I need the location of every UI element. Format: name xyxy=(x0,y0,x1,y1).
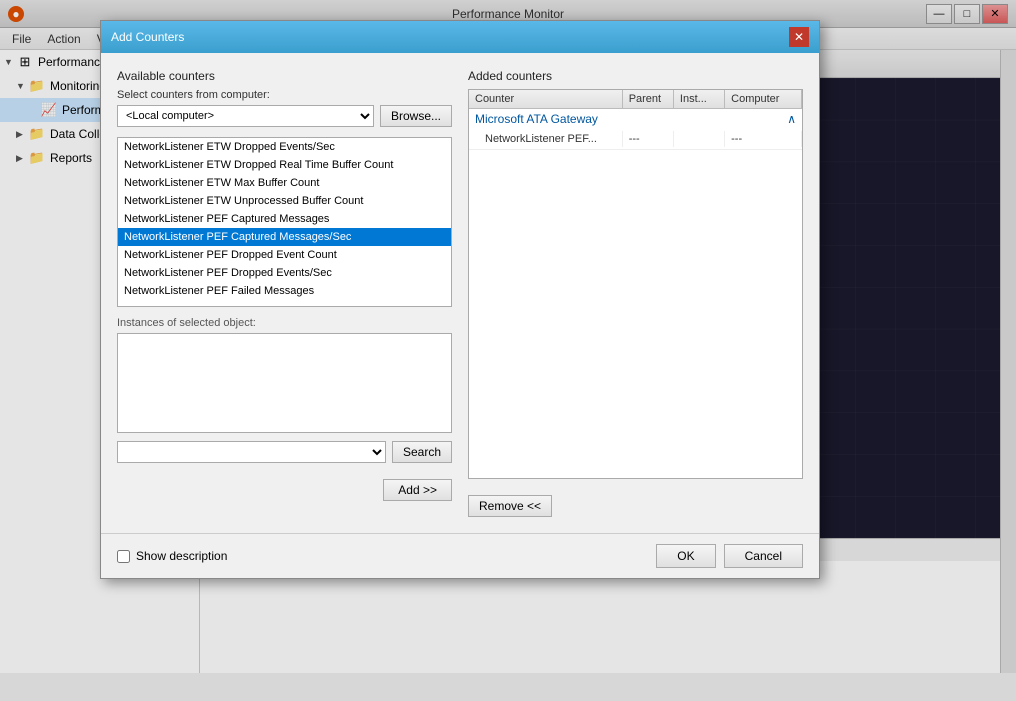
add-counters-dialog: Add Counters ✕ Available counters Select… xyxy=(100,20,820,579)
footer-buttons: OK Cancel xyxy=(656,544,803,568)
ok-button[interactable]: OK xyxy=(656,544,715,568)
dialog-overlay: Add Counters ✕ Available counters Select… xyxy=(0,0,1016,701)
counter-item-8[interactable]: NetworkListener PEF Failed Messages xyxy=(118,282,451,300)
counter-item-5[interactable]: NetworkListener PEF Captured Messages/Se… xyxy=(118,228,451,246)
search-button[interactable]: Search xyxy=(392,441,452,463)
cancel-button[interactable]: Cancel xyxy=(724,544,803,568)
show-description-checkbox[interactable] xyxy=(117,550,130,563)
remove-button[interactable]: Remove << xyxy=(468,495,552,517)
instances-box xyxy=(117,333,452,433)
header-computer: Computer xyxy=(725,90,802,108)
instances-label: Instances of selected object: xyxy=(117,317,452,329)
instances-row: Search xyxy=(117,441,452,463)
added-counters-box: Counter Parent Inst... Computer Microsof… xyxy=(468,89,803,479)
dialog-body: Available counters Select counters from … xyxy=(101,53,819,533)
counter-item-0[interactable]: NetworkListener ETW Dropped Events/Sec xyxy=(118,138,451,156)
counter-item-3[interactable]: NetworkListener ETW Unprocessed Buffer C… xyxy=(118,192,451,210)
counter-item-1[interactable]: NetworkListener ETW Dropped Real Time Bu… xyxy=(118,156,451,174)
dialog-right-panel: Added counters Counter Parent Inst... Co… xyxy=(468,69,803,517)
dialog-left-panel: Available counters Select counters from … xyxy=(117,69,452,517)
counter-item-7[interactable]: NetworkListener PEF Dropped Events/Sec xyxy=(118,264,451,282)
added-counters-label: Added counters xyxy=(468,69,803,83)
computer-row: <Local computer> Browse... xyxy=(117,105,452,127)
added-group-0: Microsoft ATA Gateway ∧ NetworkListener … xyxy=(469,109,802,150)
available-counters-label: Available counters xyxy=(117,69,452,83)
counter-item-2[interactable]: NetworkListener ETW Max Buffer Count xyxy=(118,174,451,192)
select-computer-label: Select counters from computer: xyxy=(117,89,452,101)
counter-item-4[interactable]: NetworkListener PEF Captured Messages xyxy=(118,210,451,228)
group-chevron-0: ∧ xyxy=(787,112,796,126)
cell-counter-0-0: NetworkListener PEF... xyxy=(469,131,623,147)
cell-inst-0-0 xyxy=(674,131,725,147)
added-table-header: Counter Parent Inst... Computer xyxy=(469,90,802,109)
show-description-row: Show description xyxy=(117,549,227,563)
counters-list[interactable]: NetworkListener ETW Dropped Events/Sec N… xyxy=(117,137,452,307)
dialog-title-bar: Add Counters ✕ xyxy=(101,21,819,53)
dialog-title-text: Add Counters xyxy=(111,30,184,44)
added-group-label-0[interactable]: Microsoft ATA Gateway ∧ xyxy=(469,109,802,129)
group-name-0: Microsoft ATA Gateway xyxy=(475,112,598,126)
dialog-close-button[interactable]: ✕ xyxy=(789,27,809,47)
computer-select[interactable]: <Local computer> xyxy=(117,105,374,127)
counter-item-6[interactable]: NetworkListener PEF Dropped Event Count xyxy=(118,246,451,264)
instances-filter-select[interactable] xyxy=(117,441,386,463)
cell-parent-0-0: --- xyxy=(623,131,674,147)
added-item-0-0: NetworkListener PEF... --- --- xyxy=(469,129,802,149)
cell-computer-0-0: --- xyxy=(725,131,802,147)
header-parent: Parent xyxy=(623,90,674,108)
header-inst: Inst... xyxy=(674,90,725,108)
header-counter: Counter xyxy=(469,90,623,108)
add-button[interactable]: Add >> xyxy=(383,479,452,501)
browse-button[interactable]: Browse... xyxy=(380,105,452,127)
dialog-footer: Show description OK Cancel xyxy=(101,533,819,578)
show-description-label: Show description xyxy=(136,549,227,563)
